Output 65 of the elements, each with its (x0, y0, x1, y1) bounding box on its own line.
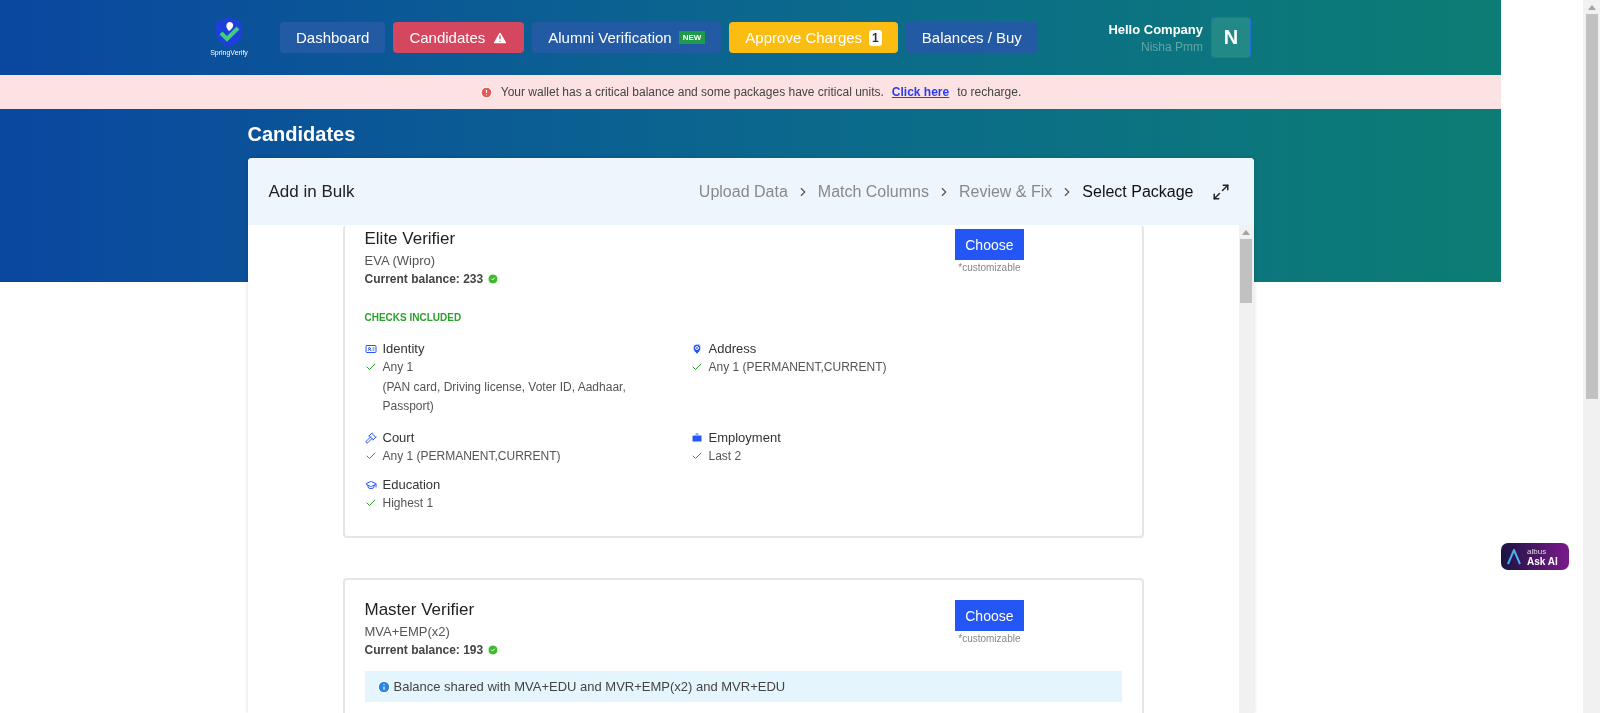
tick-icon (364, 450, 377, 462)
new-badge: NEW (678, 31, 706, 44)
check-label: Employment (708, 430, 781, 445)
location-pin-icon (690, 342, 703, 355)
modal-title: Add in Bulk (268, 181, 355, 202)
tick-icon (690, 450, 703, 462)
package-code: EVA (Wipro) (364, 253, 437, 268)
step-label: Review & Fix (958, 182, 1053, 201)
check-detail: Any 1 (PERMANENT,CURRENT) (382, 449, 561, 463)
choose-button[interactable]: Choose (955, 600, 1024, 631)
tick-icon (364, 361, 377, 373)
tick-icon (690, 361, 703, 373)
gavel-icon (364, 431, 377, 444)
count-badge: 1 (869, 29, 882, 46)
alert-icon (479, 85, 493, 99)
check-detail: Any 1 (382, 360, 414, 374)
id-card-icon (364, 342, 377, 355)
check-detail: Last 2 (708, 449, 742, 463)
nav-tab[interactable]: Candidates (393, 22, 525, 53)
check-detail: Any 1 (PERMANENT,CURRENT) (708, 360, 887, 374)
scrollbar[interactable] (1238, 225, 1254, 713)
greeting-text: Hello Company (1108, 21, 1203, 37)
step-label: Select Package (1082, 182, 1194, 201)
package-code: MVA+EMP(x2) (364, 624, 451, 639)
customizable-note: *customizable (958, 633, 1021, 644)
step-label: Upload Data (698, 182, 788, 201)
checks-heading: CHECKS INCLUDED (364, 312, 463, 323)
nav-tab[interactable]: Alumni Verification NEW (532, 22, 722, 53)
expand-icon[interactable] (1211, 182, 1230, 201)
scroll-thumb[interactable] (1585, 14, 1598, 399)
package-name: Master Verifier (364, 600, 476, 620)
avatar[interactable]: N (1211, 17, 1251, 58)
check-circle-icon (487, 273, 500, 285)
check-label: Address (708, 341, 757, 356)
warning-icon (492, 29, 509, 46)
nav-tab[interactable]: Approve Charges 1 (729, 22, 898, 53)
info-icon (376, 679, 391, 694)
step-label: Match Columns (817, 182, 929, 201)
user-name: Nisha Pmm (1141, 39, 1203, 54)
check-options: (PAN card, Driving license, Voter ID, Aadhaar, Passport) (364, 378, 645, 416)
check-circle-icon (487, 644, 500, 656)
shield-logo-icon (214, 15, 244, 48)
check-label: Court (382, 430, 415, 445)
tick-icon (364, 497, 377, 509)
balance-text: Current balance: 233 (364, 272, 484, 286)
page-scrollbar[interactable] (1583, 0, 1600, 713)
choose-button[interactable]: Choose (955, 229, 1024, 260)
alert-suffix: to recharge. (957, 85, 1022, 99)
customizable-note: *customizable (958, 262, 1021, 273)
info-text: Balance shared with MVA+EDU and MVR+EMP(x2) and MVR+EDU (393, 679, 786, 694)
check-label: Education (382, 477, 441, 492)
triangle-logo-icon (1507, 548, 1521, 565)
page-title: Candidates (247, 123, 357, 146)
balance-text: Current balance: 193 (364, 643, 484, 657)
recharge-link[interactable]: Click here (891, 85, 950, 99)
graduation-cap-icon (364, 478, 377, 491)
check-detail: Highest 1 (382, 496, 434, 510)
nav-tab[interactable]: Dashboard (280, 22, 386, 53)
alert-message: Your wallet has a critical balance and some packages have critical units. (500, 85, 884, 99)
briefcase-icon (690, 431, 703, 444)
package-name: Elite Verifier (364, 229, 457, 249)
check-label: Identity (382, 341, 425, 356)
nav-tab[interactable]: Balances / Buy (905, 22, 1038, 53)
scroll-thumb[interactable] (1240, 239, 1252, 303)
ask-ai-button[interactable]: albus Ask AI (1501, 543, 1569, 570)
